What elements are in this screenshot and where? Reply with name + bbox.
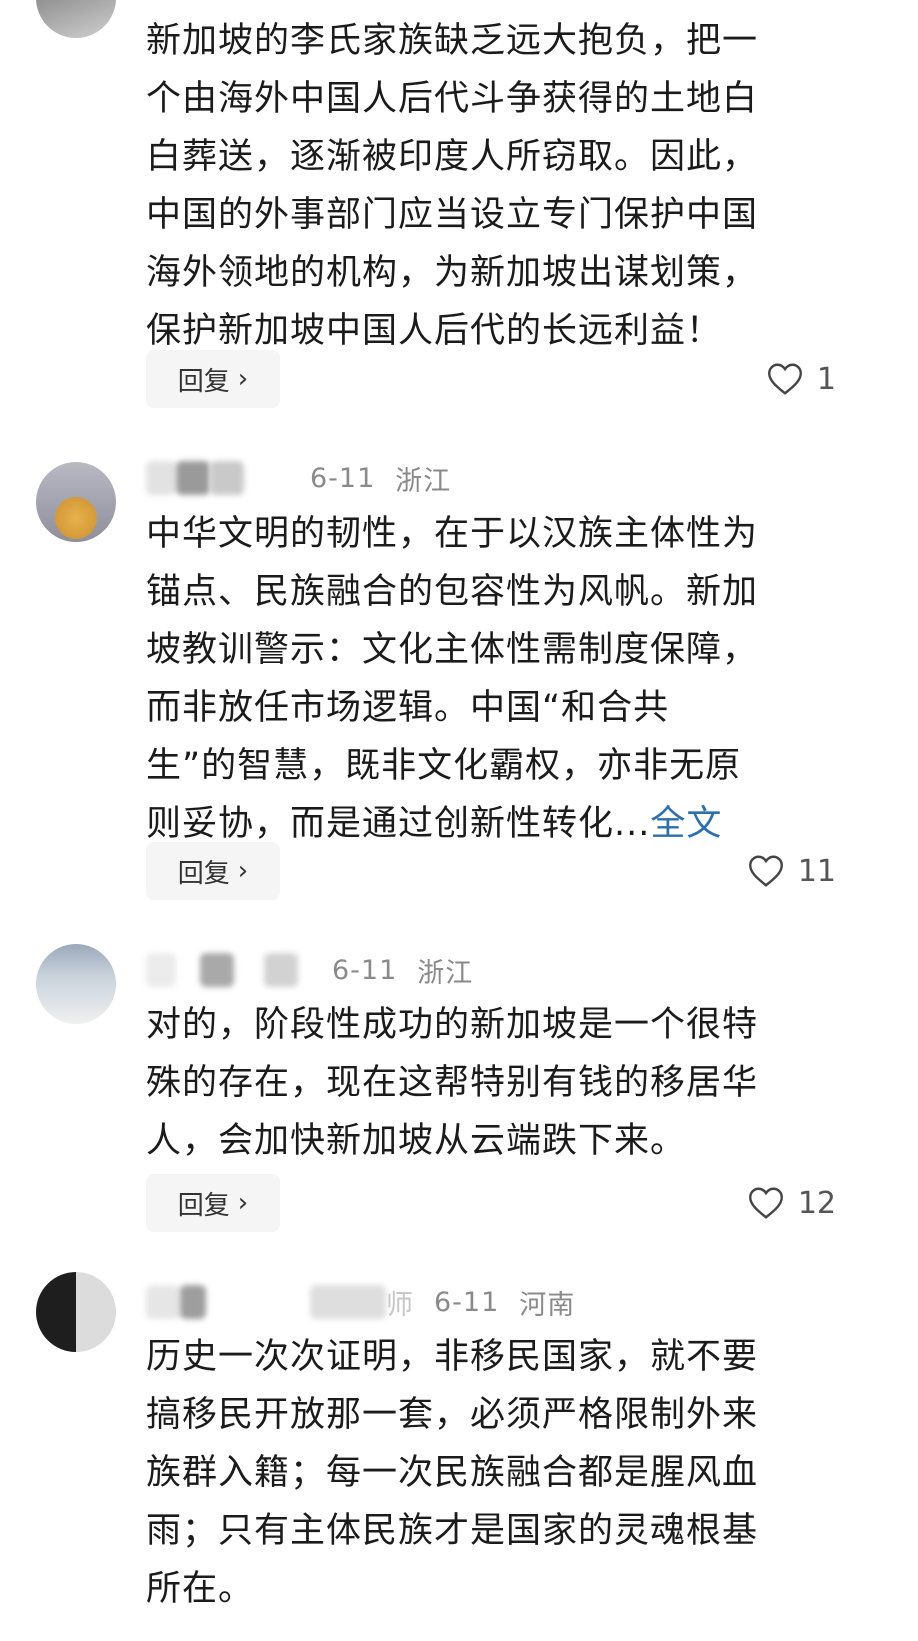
username-blurred[interactable] [146,461,176,495]
like-count: 11 [797,853,836,889]
username-blurred [200,953,234,987]
avatar[interactable] [36,944,116,1024]
comment-text: 中华文明的韧性，在于以汉族主体性为 锚点、民族融合的包容性为风帆。新加 坡教训警… [146,505,866,853]
username-blurred [264,953,298,987]
like-count: 12 [797,1185,836,1221]
reply-label: 回复 [177,366,230,397]
comment-date: 6-11 [434,1286,500,1318]
comment-location: 浙江 [417,957,474,989]
reply-button[interactable]: 回复 › [146,1174,280,1232]
heart-outline-icon [748,1187,783,1219]
comment-date: 6-11 [332,954,398,986]
comment-meta: 6-11 浙江 [146,950,473,990]
username-blurred[interactable] [146,953,176,987]
avatar[interactable] [36,462,116,542]
avatar[interactable] [36,1272,116,1352]
comment-text: 对的，阶段性成功的新加坡是一个很特 殊的存在，现在这帮特别有钱的移居华 人，会加… [146,1005,759,1161]
comment-date: 6-11 [310,462,376,494]
reply-label: 回复 [177,1190,230,1221]
username-blurred [176,461,210,495]
username-blurred [210,461,244,495]
chevron-right-icon: › [237,1188,249,1218]
reply-button[interactable]: 回复 › [146,350,280,408]
heart-outline-icon [767,363,802,395]
username-blurred [310,1285,386,1319]
comment-meta: 6-11 浙江 [146,458,451,498]
username-blurred[interactable] [146,1285,180,1319]
comment-location: 河南 [519,1289,576,1321]
comment-text: 历史一次次证明，非移民国家，就不要 搞移民开放那一套，必须严格限制外来 族群入籍… [146,1337,759,1609]
like-count: 1 [816,361,836,397]
comment-text-body: 中华文明的韧性，在于以汉族主体性为 锚点、民族融合的包容性为风帆。新加 坡教训警… [146,514,759,844]
chevron-right-icon: › [237,364,249,394]
username-fragment: 师 [386,1289,414,1321]
reply-button[interactable]: 回复 › [146,842,280,900]
read-more-link[interactable]: 全文 [650,804,722,844]
like-button[interactable]: 11 [748,842,836,900]
username-blurred [180,1285,206,1319]
comment-meta: 师 6-11 河南 [146,1282,575,1322]
reply-label: 回复 [177,858,230,889]
like-button[interactable]: 1 [767,350,836,408]
avatar[interactable] [36,0,116,38]
heart-outline-icon [748,855,783,887]
comment-text: 新加坡的李氏家族缺乏远大抱负，把一 个由海外中国人后代斗争获得的土地白 白葬送，… [146,21,759,351]
comment-location: 浙江 [395,465,452,497]
chevron-right-icon: › [237,856,249,886]
like-button[interactable]: 12 [748,1174,836,1232]
